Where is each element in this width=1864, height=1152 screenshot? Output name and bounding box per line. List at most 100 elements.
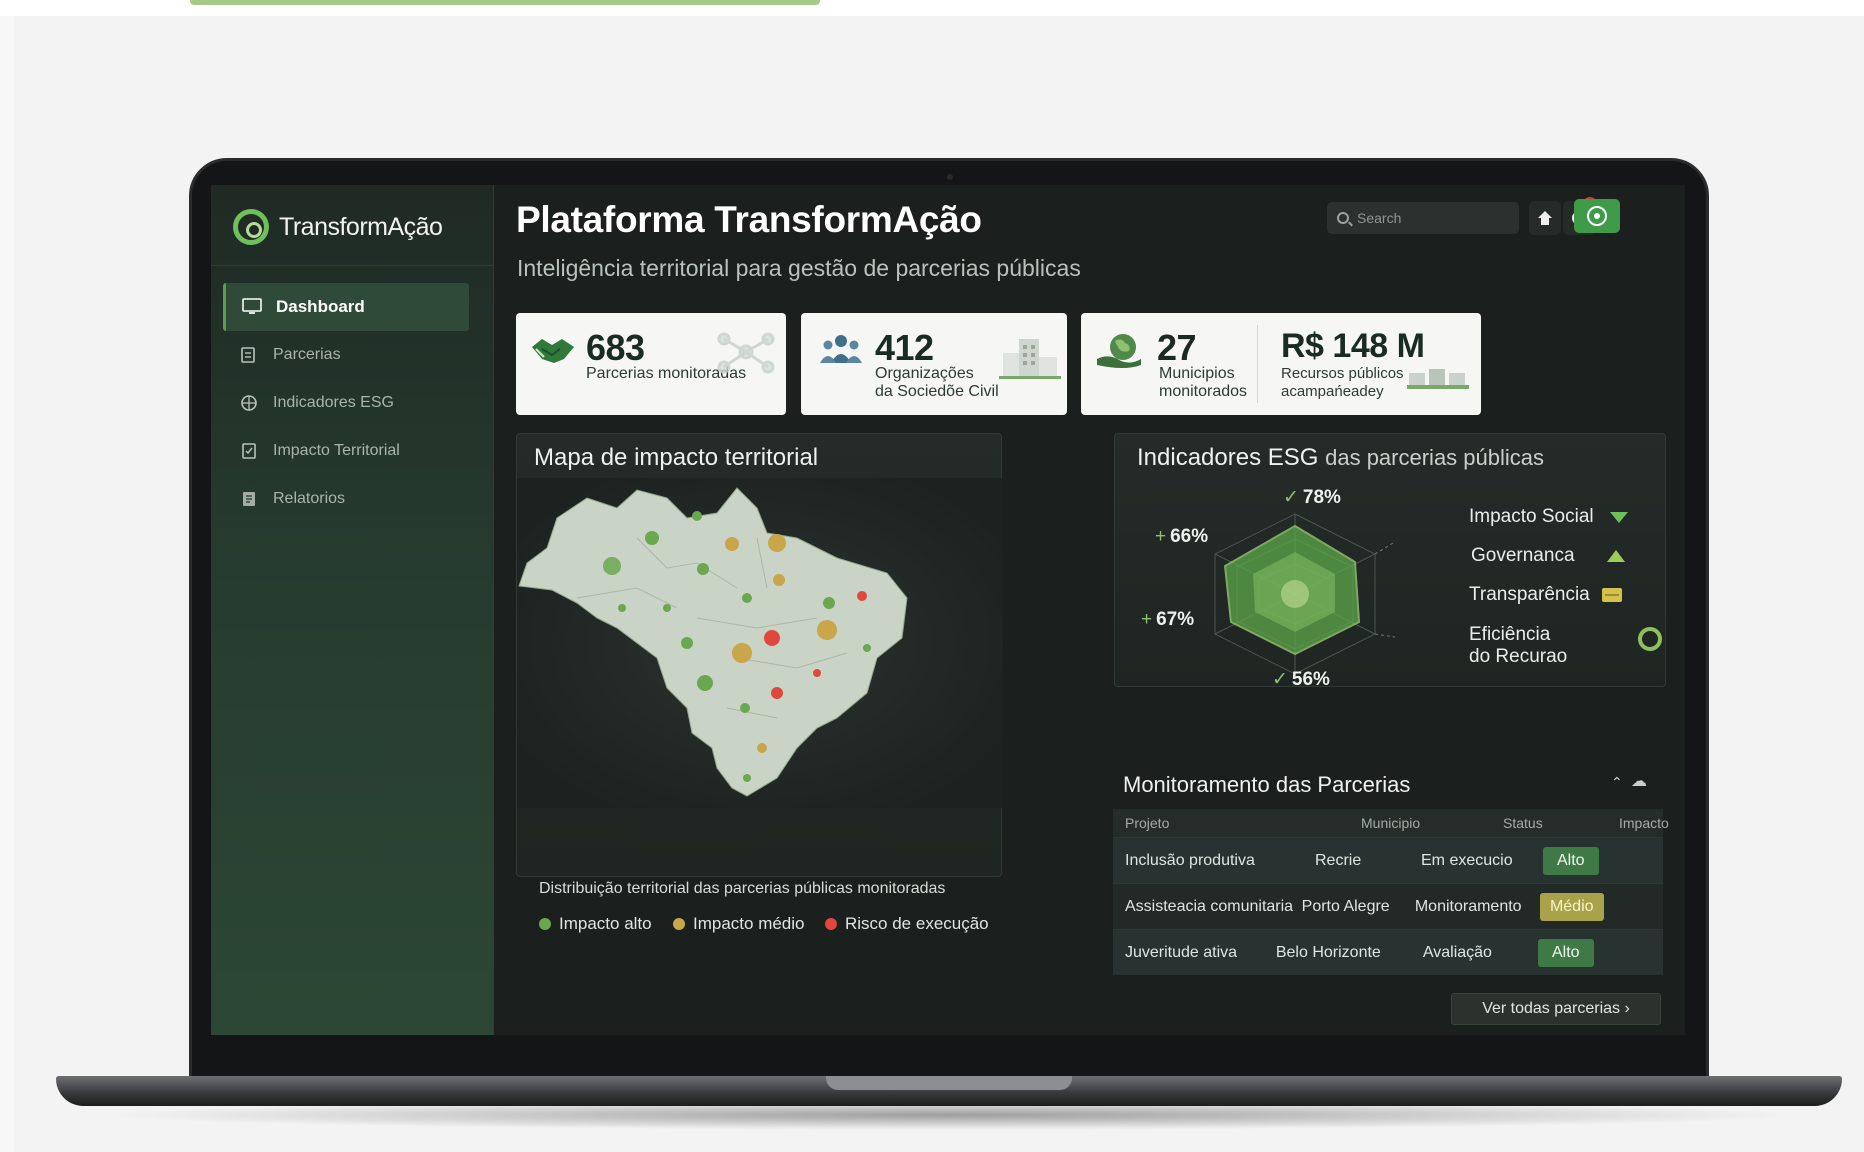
sidebar-item-label: Indicadores ESG (273, 394, 394, 411)
cell-projeto: Assisteacia comunitaria (1125, 897, 1294, 915)
legend-label: Impacto médio (693, 914, 805, 933)
search-box[interactable] (1327, 202, 1519, 234)
sidebar-item-label: Relatorios (273, 490, 346, 507)
map-caption: Distribuição territorial das parcerias p… (539, 880, 946, 897)
building-icon (999, 339, 1061, 379)
rectangle-icon (1602, 587, 1623, 602)
brazil-map[interactable] (517, 478, 1003, 808)
camera-dot (947, 174, 953, 180)
column-header[interactable]: Municipio (1303, 815, 1463, 831)
laptop-notch (826, 1076, 1072, 1090)
top-bar (0, 0, 1864, 16)
esg-item-label-line1: Eficiência (1469, 624, 1551, 645)
legend-impacto-alto: Impacto alto (539, 914, 652, 934)
esg-item-governanca[interactable]: Governanca (1471, 545, 1626, 567)
sidebar-nav: Dashboard Parcerias Indicadores ESG Impa… (223, 283, 469, 523)
cell-status: Monitoramento (1414, 897, 1522, 915)
table-header: Projeto Municipio Status Impacto (1113, 809, 1669, 837)
top-accent-strip (190, 0, 820, 5)
page-title: Plataforma TransformAção (516, 199, 982, 240)
checklist-icon (239, 442, 259, 460)
esg-radar-chart[interactable] (1195, 504, 1395, 684)
kpi-label-line1: Recursos públicos (1281, 365, 1404, 382)
sidebar-item-label: Impacto Territorial (273, 442, 400, 459)
monitor-title: Monitoramento das Parcerias (1123, 772, 1411, 797)
sidebar-item-label: Parcerias (273, 346, 341, 363)
esg-item-label-line2: do Recurao (1469, 646, 1568, 667)
power-icon (1587, 206, 1607, 226)
cloud-icon[interactable]: ☁ (1631, 771, 1647, 790)
sidebar-item-dashboard[interactable]: Dashboard (223, 283, 469, 331)
report-icon (239, 490, 259, 508)
sidebar-item-indicadores-esg[interactable]: Indicadores ESG (223, 379, 469, 427)
search-icon (1337, 212, 1349, 224)
sidebar-item-relatorios[interactable]: Relatorios (223, 475, 469, 523)
sidebar: TransformAção Dashboard Parcerias Indica… (211, 185, 494, 1035)
legend-dot-green (539, 918, 551, 930)
cell-projeto: Juveritude ativa (1125, 943, 1238, 961)
column-header[interactable]: Impacto (1553, 815, 1669, 831)
people-icon (820, 335, 862, 363)
kpi-card-organizacoes: 412 Organizações da Sociedõe Civil (801, 313, 1067, 415)
collapse-icon[interactable]: ⌃ (1611, 775, 1623, 791)
monitor-icon (242, 298, 262, 316)
esg-item-transparencia[interactable]: Transparência (1469, 584, 1623, 606)
legend-dot-gold (673, 918, 685, 930)
table-row[interactable]: Inclusão produtiva Recrie Em execucio Al… (1113, 837, 1663, 883)
kpi-value: 412 (875, 327, 934, 368)
legend-risco-execucao: Risco de execução (825, 914, 989, 934)
esg-pct-lower-left: +67% (1141, 609, 1195, 630)
kpi-label-line2: monitorados (1159, 383, 1248, 400)
column-header[interactable]: Projeto (1113, 815, 1303, 831)
brand-logo-icon (233, 209, 269, 245)
cell-municipio: Recrie (1315, 851, 1362, 869)
cell-municipio: Belo Horizonte (1275, 943, 1381, 961)
brand-name: TransformAção (279, 212, 443, 241)
power-button[interactable] (1574, 199, 1620, 233)
esg-panel: Indicadores ESG das parcerias públicas ✓… (1114, 433, 1666, 690)
monitor-table: Projeto Municipio Status Impacto Inclusã… (1113, 809, 1669, 975)
cell-status: Avaliação (1422, 943, 1492, 961)
column-header[interactable]: Status (1463, 815, 1553, 831)
ring-icon (1638, 627, 1662, 651)
globe-hand-icon (1097, 334, 1141, 368)
handshake-icon (532, 339, 574, 363)
buildings-icon (1407, 369, 1469, 389)
network-icon (717, 332, 775, 374)
esg-item-label: Transparência (1469, 584, 1590, 605)
cell-municipio: Porto Alegre (1301, 897, 1390, 915)
sidebar-item-impacto-territorial[interactable]: Impacto Territorial (223, 427, 469, 475)
esg-item-eficiencia[interactable]: Eficiência do Recurao (1469, 624, 1567, 668)
search-input[interactable] (1357, 210, 1507, 226)
table-row[interactable]: Assisteacia comunitaria Porto Alegre Mon… (1113, 883, 1663, 929)
sidebar-item-parcerias[interactable]: Parcerias (223, 331, 469, 379)
esg-panel-title: Indicadores ESG das parcerias públicas (1137, 444, 1544, 472)
screen: TransformAção Dashboard Parcerias Indica… (211, 185, 1685, 1035)
triangle-down-icon (1609, 511, 1628, 523)
sidebar-item-label: Dashboard (276, 297, 365, 316)
kpi-label-line2: acampańeadey (1281, 383, 1384, 400)
impact-badge: Médio (1539, 892, 1604, 921)
sidebar-divider (211, 265, 494, 266)
impact-badge: Alto (1537, 938, 1594, 967)
globe-icon (239, 394, 259, 412)
kpi-label-line1: Municipios (1159, 365, 1235, 382)
kpi-card-municipios: 27 Municipios monitorados R$ 148 M Recur… (1081, 313, 1481, 415)
esg-title-rest: das parcerias públicas (1325, 445, 1545, 470)
triangle-up-icon (1606, 549, 1625, 562)
brand[interactable]: TransformAção (233, 199, 443, 255)
table-row[interactable]: Juveritude ativa Belo Horizonte Avaliaçã… (1113, 929, 1663, 975)
view-all-partnerships-button[interactable]: Ver todas parcerias › (1451, 993, 1661, 1025)
esg-pct-bottom: ✓ 56% (1272, 669, 1330, 690)
legend-label: Risco de execução (845, 914, 989, 933)
home-icon (1538, 211, 1552, 225)
cell-projeto: Inclusão produtiva (1125, 851, 1255, 869)
home-button[interactable] (1529, 201, 1561, 235)
legend-dot-red (825, 918, 837, 930)
kpi-card-parcerias: 683 Parcerias monitoradas (516, 313, 786, 415)
esg-item-impacto-social[interactable]: Impacto Social (1469, 506, 1629, 528)
map-panel: Mapa de impacto territorial Distribuição… (516, 433, 1003, 933)
map-panel-title: Mapa de impacto territorial (534, 444, 819, 471)
esg-item-label: Impacto Social (1469, 506, 1594, 527)
legend-impacto-medio: Impacto médio (673, 914, 805, 934)
